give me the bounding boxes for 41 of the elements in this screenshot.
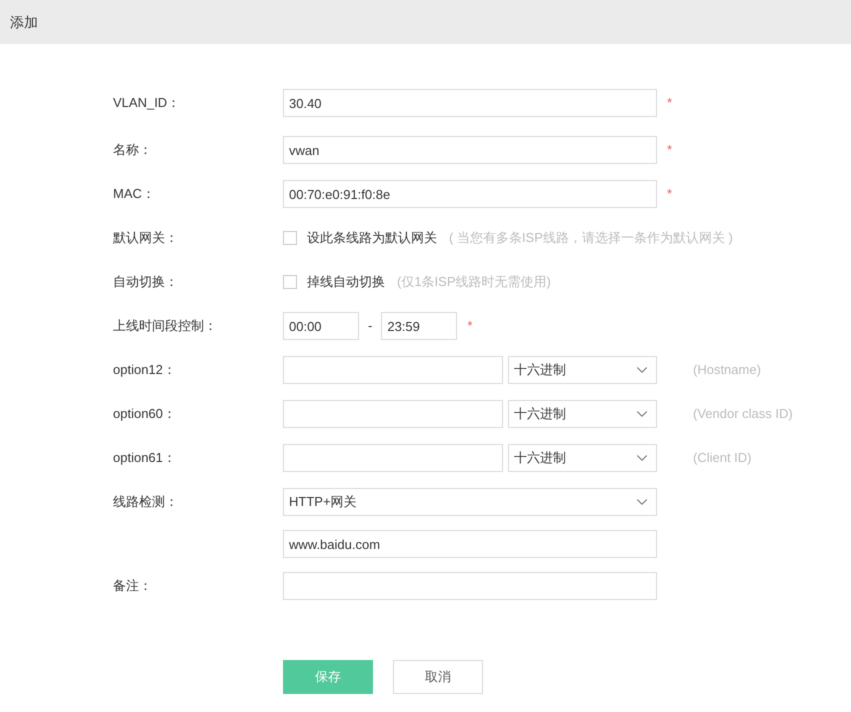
hint-text: ( 当您有多条ISP线路，请选择一条作为默认网关 ) [449, 229, 733, 248]
text-field[interactable]: www.baidu.com [283, 530, 657, 558]
field-label: 备注： [113, 578, 152, 593]
dropdown[interactable]: HTTP+网关 [283, 488, 657, 516]
checkbox[interactable] [283, 231, 297, 245]
cancel-button[interactable]: 取消 [393, 660, 483, 694]
field-label: option60： [113, 406, 176, 421]
field-label: 名称： [113, 142, 152, 157]
dropdown[interactable]: 十六进制 [508, 400, 657, 428]
field-label: VLAN_ID： [113, 95, 180, 110]
text-field[interactable]: 00:70:e0:91:f0:8e [283, 180, 657, 208]
checkbox-label: 设此条线路为默认网关 [307, 229, 437, 248]
field-label: 线路检测： [113, 494, 178, 509]
checkbox-label: 掉线自动切换 [307, 273, 385, 292]
required-mark: * [667, 185, 672, 204]
required-mark: * [667, 141, 672, 160]
required-mark: * [467, 317, 472, 336]
option-field[interactable] [283, 400, 503, 428]
dialog-title: 添加 [10, 12, 38, 32]
hint-text: (Hostname) [693, 361, 761, 380]
range-separator: - [368, 317, 372, 336]
start-time-field[interactable]: 00:00 [283, 312, 359, 340]
hint-text: (Vendor class ID) [693, 405, 793, 424]
option-field[interactable] [283, 356, 503, 384]
hint-text: (Client ID) [693, 449, 752, 468]
field-label: option12： [113, 362, 176, 377]
option-field[interactable] [283, 444, 503, 472]
text-field[interactable]: 30.40 [283, 89, 657, 117]
field-label: 自动切换： [113, 274, 178, 289]
field-label: 上线时间段控制： [113, 318, 217, 333]
field-label: MAC： [113, 186, 155, 201]
text-field[interactable]: vwan [283, 136, 657, 164]
required-mark: * [667, 94, 672, 112]
field-label: 默认网关： [113, 230, 178, 245]
text-field[interactable] [283, 572, 657, 600]
field-label: option61： [113, 450, 176, 465]
end-time-field[interactable]: 23:59 [381, 312, 458, 340]
dropdown[interactable]: 十六进制 [508, 444, 657, 472]
hint-text: (仅1条ISP线路时无需使用) [397, 273, 551, 292]
checkbox[interactable] [283, 275, 297, 289]
dropdown[interactable]: 十六进制 [508, 356, 657, 384]
